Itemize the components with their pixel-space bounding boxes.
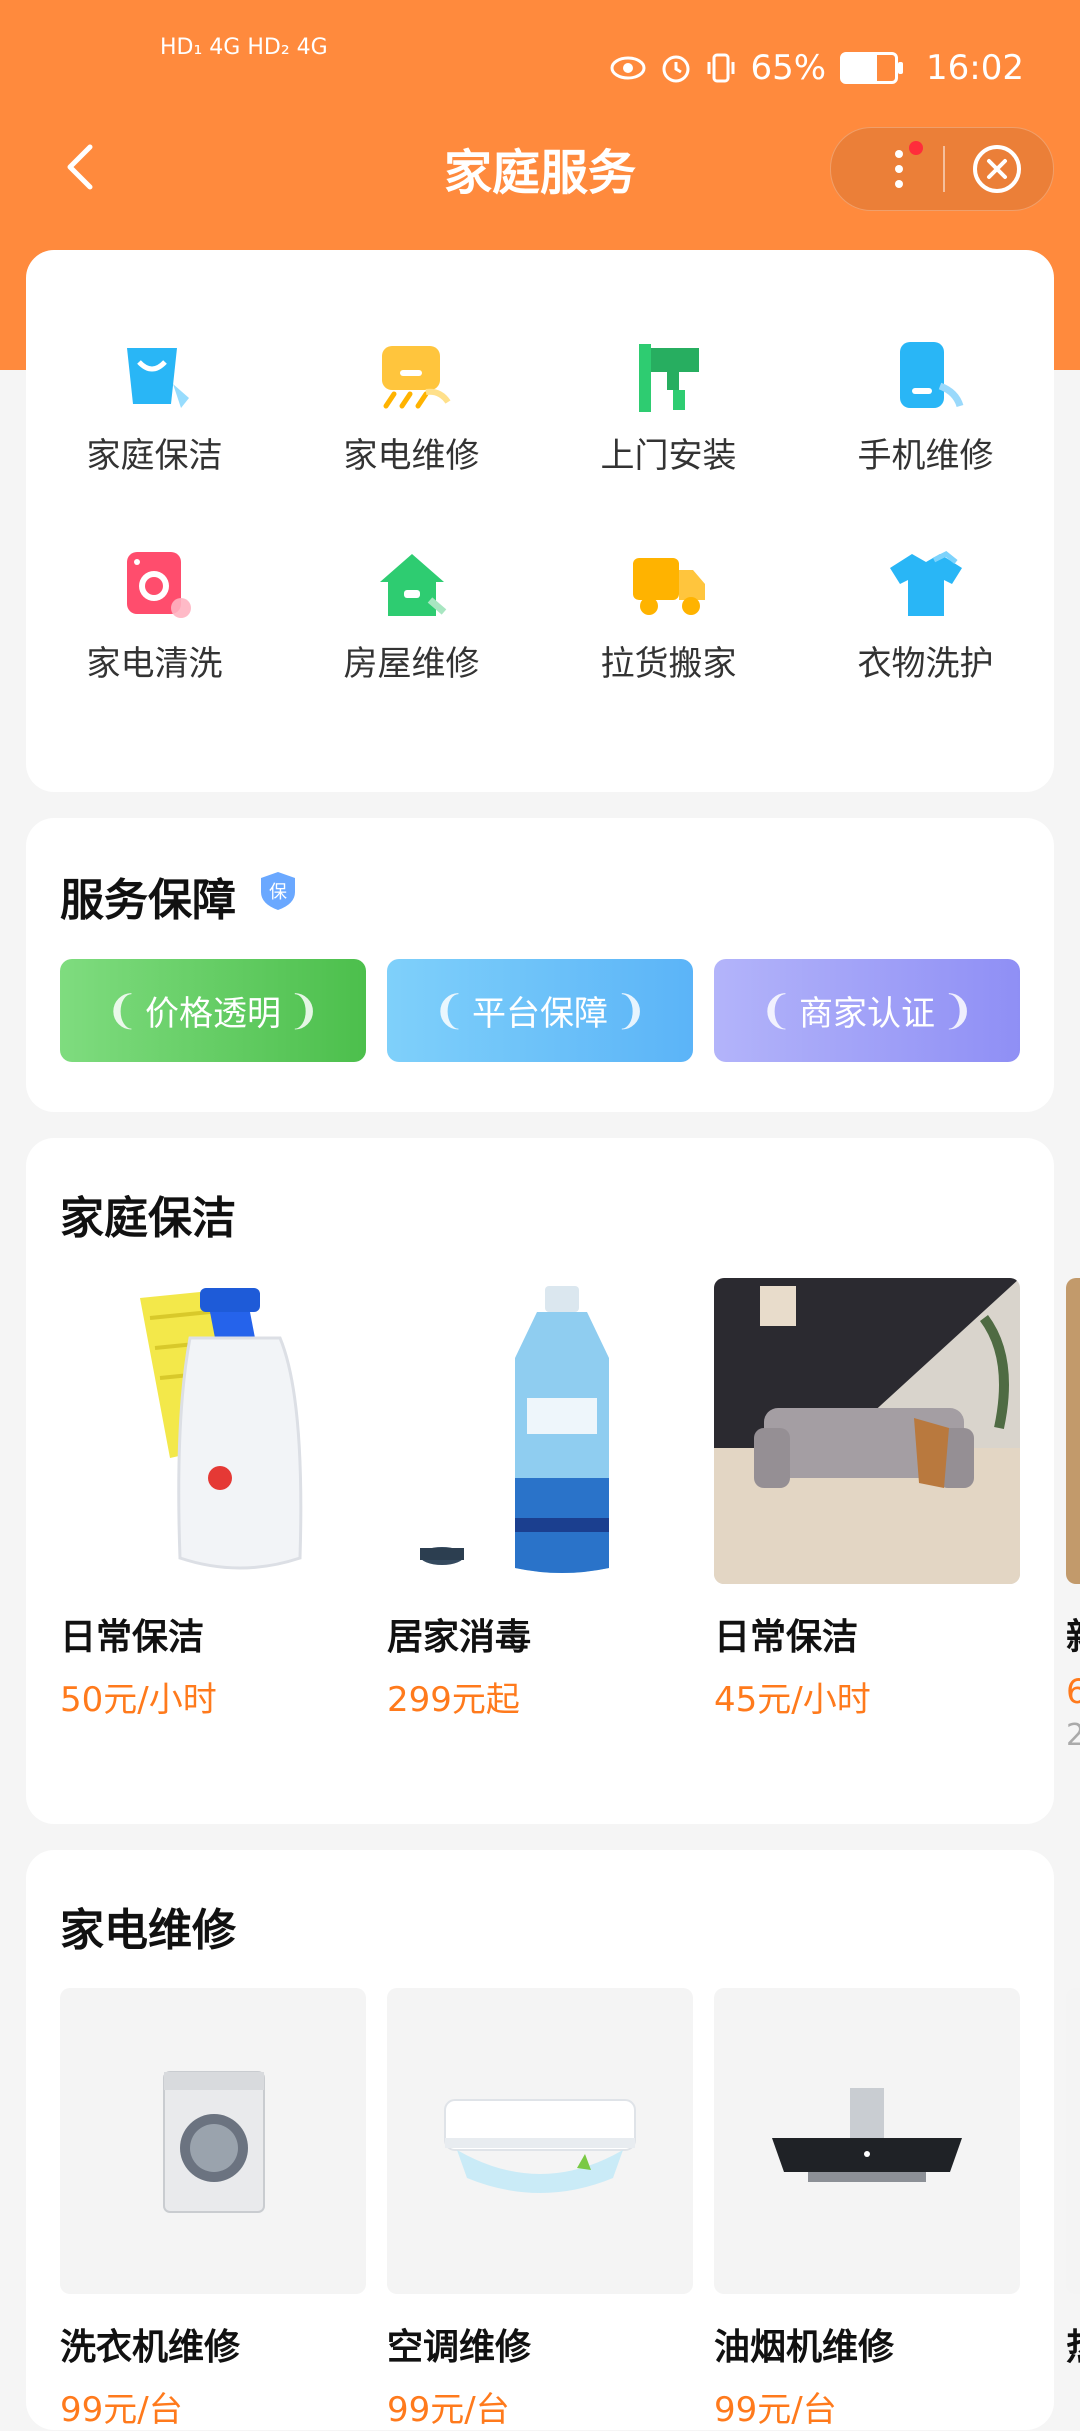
product-card[interactable]: 油烟机维修 99元/台 bbox=[714, 1988, 1020, 2431]
truck-icon bbox=[632, 558, 705, 615]
section-title: 服务保障 bbox=[60, 875, 236, 926]
category-label: 家电清洗 bbox=[86, 644, 223, 684]
product-price: 299元起 bbox=[387, 1680, 520, 1720]
house-icon bbox=[379, 554, 446, 616]
disinfectant-bottle-image bbox=[420, 1286, 609, 1573]
close-circle-icon bbox=[973, 145, 1021, 193]
product-price: 50元/小时 bbox=[60, 1680, 217, 1720]
capsule-divider bbox=[943, 146, 945, 192]
eye-icon bbox=[610, 56, 646, 80]
status-right: 65% 16:02 bbox=[610, 48, 1024, 88]
shield-icon: 保 bbox=[261, 872, 295, 910]
category-moving[interactable]: 拉货搬家 bbox=[540, 550, 797, 685]
category-card: 家庭保洁 家电维修 上门安装 手机维修 家电清洗 房屋维修 拉货搬家 衣物洗护 bbox=[26, 250, 1054, 964]
category-house-repair[interactable]: 房屋维修 bbox=[283, 550, 540, 685]
category-appliance-cleaning[interactable]: 家电清洗 bbox=[26, 550, 283, 685]
product-price: 6 bbox=[1066, 1672, 1080, 1712]
shirt-icon bbox=[889, 551, 962, 616]
close-button[interactable] bbox=[971, 143, 1023, 195]
drill-icon bbox=[638, 344, 699, 412]
product-name: 日常保洁 bbox=[714, 1617, 859, 1658]
product-image bbox=[387, 1988, 693, 2294]
product-image bbox=[1066, 1988, 1080, 2294]
appliance-icon bbox=[381, 346, 450, 409]
category-label: 家电维修 bbox=[343, 436, 480, 476]
network-label: HD₁ 4G HD₂ 4G bbox=[160, 35, 328, 60]
category-phone-repair[interactable]: 手机维修 bbox=[797, 342, 1054, 477]
product-card-peek[interactable]: 热 bbox=[1066, 1988, 1080, 2370]
alarm-icon bbox=[662, 55, 690, 83]
guarantee-merchant-certified[interactable]: ❨ 商家认证 ❩ bbox=[714, 959, 1020, 1062]
clock: 16:02 bbox=[926, 48, 1024, 88]
laurel-left-icon: ❨ bbox=[105, 987, 139, 1034]
more-dots-icon bbox=[895, 141, 923, 188]
battery-percent: 65% bbox=[750, 48, 827, 88]
product-name: 居家消毒 bbox=[387, 1617, 532, 1658]
bucket-icon bbox=[126, 348, 189, 408]
product-image bbox=[714, 1988, 1020, 2294]
product-price: 45元/小时 bbox=[714, 1680, 871, 1720]
category-appliance-repair[interactable]: 家电维修 bbox=[283, 342, 540, 477]
product-card[interactable]: 空调维修 99元/台 bbox=[387, 1988, 693, 2431]
product-price: 99元/台 bbox=[387, 2390, 510, 2430]
product-image bbox=[60, 1278, 366, 1584]
shield-badge-text: 保 bbox=[269, 882, 287, 903]
laurel-left-icon: ❨ bbox=[759, 987, 793, 1034]
washing-machine-image bbox=[163, 2071, 265, 2213]
cleaning-spray-image bbox=[140, 1288, 303, 1570]
product-image bbox=[387, 1278, 693, 1584]
product-extra: 2 bbox=[1066, 1718, 1080, 1753]
phone-icon bbox=[899, 342, 963, 408]
guarantee-label: 平台保障 bbox=[472, 994, 608, 1034]
living-room-image bbox=[714, 1278, 1020, 1584]
network-indicator: HD₁ 4G HD₂ 4G bbox=[160, 35, 328, 60]
vibrate-icon bbox=[707, 53, 735, 83]
product-card[interactable]: 洗衣机维修 99元/台 bbox=[60, 1988, 366, 2431]
product-card[interactable]: 日常保洁 50元/小时 bbox=[60, 1278, 366, 1721]
category-label: 家庭保洁 bbox=[86, 436, 223, 476]
product-name: 洗衣机维修 bbox=[60, 2327, 241, 2368]
category-installation[interactable]: 上门安装 bbox=[540, 342, 797, 477]
guarantee-label: 商家认证 bbox=[799, 994, 935, 1034]
product-image bbox=[1066, 1278, 1080, 1584]
nav-bar: 家庭服务 bbox=[0, 115, 1080, 220]
category-home-cleaning[interactable]: 家庭保洁 bbox=[26, 342, 283, 477]
product-name: 新 bbox=[1066, 1608, 1080, 1660]
guarantee-platform[interactable]: ❨ 平台保障 ❩ bbox=[387, 959, 693, 1062]
category-label: 手机维修 bbox=[857, 436, 994, 476]
product-name: 热 bbox=[1066, 2318, 1080, 2370]
repair-card: 家电维修 洗衣机维修 99元/台 空调维修 99元/台 油烟机维修 99元/台 bbox=[26, 1850, 1080, 2431]
product-name: 空调维修 bbox=[387, 2327, 532, 2368]
product-image bbox=[60, 1988, 366, 2294]
battery-icon bbox=[840, 52, 904, 84]
laurel-left-icon: ❨ bbox=[432, 987, 466, 1034]
laurel-right-icon: ❩ bbox=[941, 987, 975, 1034]
air-conditioner-image bbox=[444, 2099, 636, 2193]
product-card[interactable]: 日常保洁 45元/小时 bbox=[714, 1278, 1020, 1721]
product-name: 日常保洁 bbox=[60, 1617, 205, 1658]
product-price: 99元/台 bbox=[714, 2390, 837, 2430]
laurel-right-icon: ❩ bbox=[614, 987, 648, 1034]
section-title: 家庭保洁 bbox=[60, 1193, 236, 1244]
product-price: 99元/台 bbox=[60, 2390, 183, 2430]
more-button[interactable] bbox=[871, 140, 931, 198]
laurel-right-icon: ❩ bbox=[287, 987, 321, 1034]
washer-icon bbox=[126, 552, 191, 618]
guarantee-card: 服务保障 保 ❨ 价格透明 ❩ ❨ 平台保障 ❩ ❨ 商家认证 ❩ bbox=[26, 818, 1054, 1112]
category-label: 上门安装 bbox=[600, 436, 737, 476]
category-label: 衣物洗护 bbox=[857, 644, 994, 684]
guarantee-label: 价格透明 bbox=[145, 994, 281, 1034]
mini-program-capsule bbox=[830, 127, 1054, 211]
category-label: 房屋维修 bbox=[343, 644, 480, 684]
product-image bbox=[714, 1278, 1020, 1584]
product-name: 油烟机维修 bbox=[714, 2327, 895, 2368]
product-card[interactable]: 居家消毒 299元起 bbox=[387, 1278, 693, 1721]
product-card-peek[interactable]: 新 6 2 bbox=[1066, 1278, 1080, 1753]
category-label: 拉货搬家 bbox=[600, 644, 737, 684]
guarantee-price-transparent[interactable]: ❨ 价格透明 ❩ bbox=[60, 959, 366, 1062]
category-laundry[interactable]: 衣物洗护 bbox=[797, 550, 1054, 685]
section-title: 家电维修 bbox=[60, 1905, 236, 1956]
cleaning-card: 家庭保洁 日常保洁 50元/小时 居家消毒 299元起 日常保洁 45元/小时 … bbox=[26, 1138, 1080, 1824]
range-hood-image bbox=[772, 2088, 962, 2182]
